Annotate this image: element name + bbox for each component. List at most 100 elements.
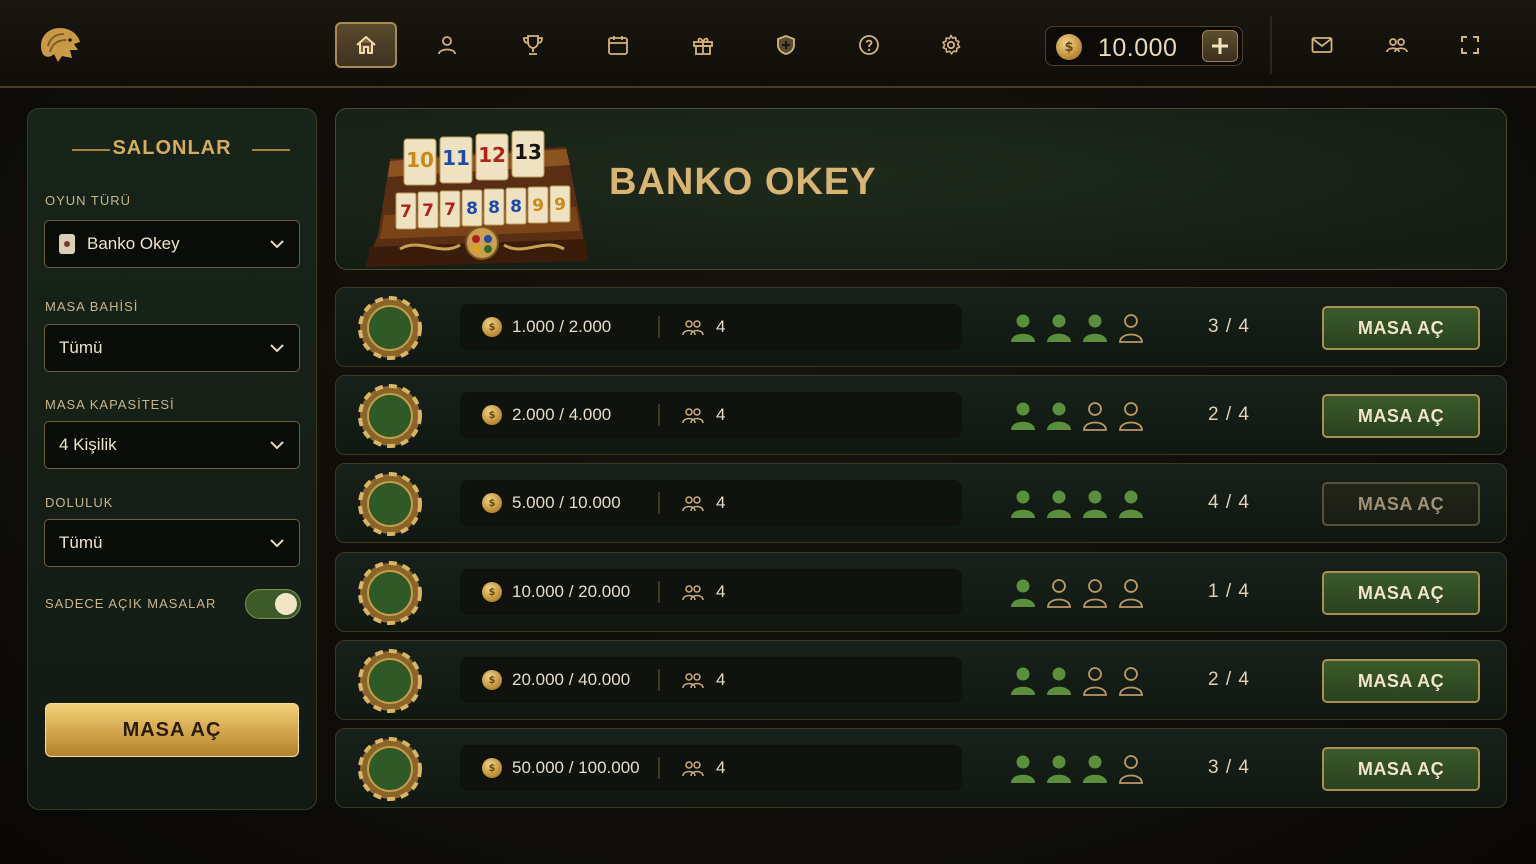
nav-gift-button[interactable]	[672, 22, 734, 68]
table-capacity: 4	[716, 405, 726, 424]
table-info: $1.000 / 2.000 4	[460, 304, 962, 350]
nav-trophy-button[interactable]	[502, 22, 564, 68]
seat-indicators	[1008, 312, 1146, 344]
table-chip-icon	[358, 296, 422, 360]
chevron-down-icon	[270, 441, 284, 450]
toggle-knob	[275, 593, 297, 615]
capacity-select[interactable]: 4 Kişilik	[44, 421, 300, 469]
table-info: $10.000 / 20.000 4	[460, 569, 962, 615]
top-bar: $ 10.000	[0, 0, 1536, 88]
nav-help-button[interactable]	[838, 22, 900, 68]
occupied-seat-icon	[1044, 312, 1074, 344]
filters-sidebar: SALONLAR OYUN TÜRÜ Banko Okey MASA BAHİS…	[27, 108, 317, 810]
table-info: $50.000 / 100.000 4	[460, 745, 962, 791]
empty-seat-icon	[1080, 400, 1110, 432]
table-capacity: 4	[716, 493, 726, 512]
open-table-row-button[interactable]: MASA AÇ	[1322, 571, 1480, 615]
info-divider	[658, 757, 660, 779]
open-only-toggle[interactable]	[245, 589, 301, 619]
banner-title: BANKO OKEY	[609, 161, 877, 203]
lion-logo-icon[interactable]	[34, 22, 86, 66]
seat-indicators	[1008, 400, 1146, 432]
open-table-row-button[interactable]: MASA AÇ	[1322, 394, 1480, 438]
mail-icon	[1311, 37, 1333, 53]
friends-button[interactable]	[1366, 22, 1428, 68]
svg-text:9: 9	[532, 196, 544, 216]
empty-seat-icon	[1116, 312, 1146, 344]
svg-text:8: 8	[510, 197, 522, 217]
nav-calendar-button[interactable]	[587, 22, 649, 68]
occupied-seat-icon	[1008, 488, 1038, 520]
nav-home-button[interactable]	[335, 22, 397, 68]
open-table-row-button[interactable]: MASA AÇ	[1322, 482, 1480, 526]
open-table-row-button[interactable]: MASA AÇ	[1322, 659, 1480, 703]
bet-select[interactable]: Tümü	[44, 324, 300, 372]
table-occupancy: 4 / 4	[1208, 492, 1250, 513]
occupied-seat-icon	[1008, 753, 1038, 785]
open-table-row-button[interactable]: MASA AÇ	[1322, 306, 1480, 350]
occupied-seat-icon	[1080, 488, 1110, 520]
nav-settings-button[interactable]	[920, 22, 982, 68]
add-coins-button[interactable]	[1202, 30, 1238, 62]
occupancy-select[interactable]: Tümü	[44, 519, 300, 567]
table-row: $10.000 / 20.000 4 1 / 4 MASA AÇ	[335, 552, 1507, 632]
coin-icon: $	[482, 493, 502, 513]
seat-indicators	[1008, 665, 1146, 697]
occupied-seat-icon	[1008, 577, 1038, 609]
info-divider	[658, 404, 660, 426]
capacity-value: 4 Kişilik	[59, 435, 117, 454]
open-only-label: SADECE AÇIK MASALAR	[45, 596, 217, 611]
table-chip-icon	[358, 649, 422, 713]
table-stake: 2.000 / 4.000	[512, 405, 612, 424]
empty-seat-icon	[1116, 753, 1146, 785]
mail-button[interactable]	[1291, 22, 1353, 68]
okey-rack-image: 10 11 12 13 7 7 7 8 8 8 9 9	[366, 130, 588, 267]
trophy-icon	[523, 35, 543, 55]
occupied-seat-icon	[1044, 400, 1074, 432]
table-row: $5.000 / 10.000 4 4 / 4 MASA AÇ	[335, 463, 1507, 543]
empty-seat-icon	[1044, 577, 1074, 609]
svg-text:8: 8	[488, 198, 500, 218]
coin-icon: $	[1056, 34, 1082, 60]
open-table-row-button[interactable]: MASA AÇ	[1322, 747, 1480, 791]
table-stake: 1.000 / 2.000	[512, 317, 612, 336]
table-stake: 10.000 / 20.000	[512, 582, 631, 601]
occupied-seat-icon	[1080, 312, 1110, 344]
players-icon	[682, 761, 704, 777]
empty-seat-icon	[1116, 400, 1146, 432]
okey-tile-icon	[59, 234, 75, 254]
coin-icon: $	[482, 670, 502, 690]
coin-icon: $	[482, 317, 502, 337]
table-occupancy: 3 / 4	[1208, 757, 1250, 778]
occupied-seat-icon	[1008, 312, 1038, 344]
table-chip-icon	[358, 384, 422, 448]
game-type-label: OYUN TÜRÜ	[45, 193, 132, 208]
table-occupancy: 2 / 4	[1208, 669, 1250, 690]
game-type-select[interactable]: Banko Okey	[44, 220, 300, 268]
plus-icon	[1212, 38, 1228, 54]
players-icon	[682, 673, 704, 689]
home-icon	[356, 36, 376, 54]
table-occupancy: 1 / 4	[1208, 581, 1250, 602]
empty-seat-icon	[1116, 665, 1146, 697]
occupied-seat-icon	[1044, 753, 1074, 785]
nav-profile-button[interactable]	[416, 22, 478, 68]
fullscreen-button[interactable]	[1439, 22, 1501, 68]
table-stake: 20.000 / 40.000	[512, 670, 631, 689]
seat-indicators	[1008, 577, 1146, 609]
table-occupancy: 2 / 4	[1208, 404, 1250, 425]
svg-text:12: 12	[478, 143, 506, 167]
nav-shield-button[interactable]	[755, 22, 817, 68]
help-icon	[859, 35, 879, 55]
coin-icon: $	[482, 405, 502, 425]
friends-icon	[1386, 38, 1408, 53]
svg-text:9: 9	[554, 195, 566, 215]
game-type-value: Banko Okey	[87, 234, 180, 253]
open-table-button[interactable]: MASA AÇ	[45, 703, 299, 757]
empty-seat-icon	[1080, 577, 1110, 609]
svg-text:10: 10	[406, 148, 434, 172]
table-row: $20.000 / 40.000 4 2 / 4 MASA AÇ	[335, 640, 1507, 720]
calendar-icon	[608, 36, 628, 55]
players-icon	[682, 585, 704, 601]
table-row: $2.000 / 4.000 4 2 / 4 MASA AÇ	[335, 375, 1507, 455]
